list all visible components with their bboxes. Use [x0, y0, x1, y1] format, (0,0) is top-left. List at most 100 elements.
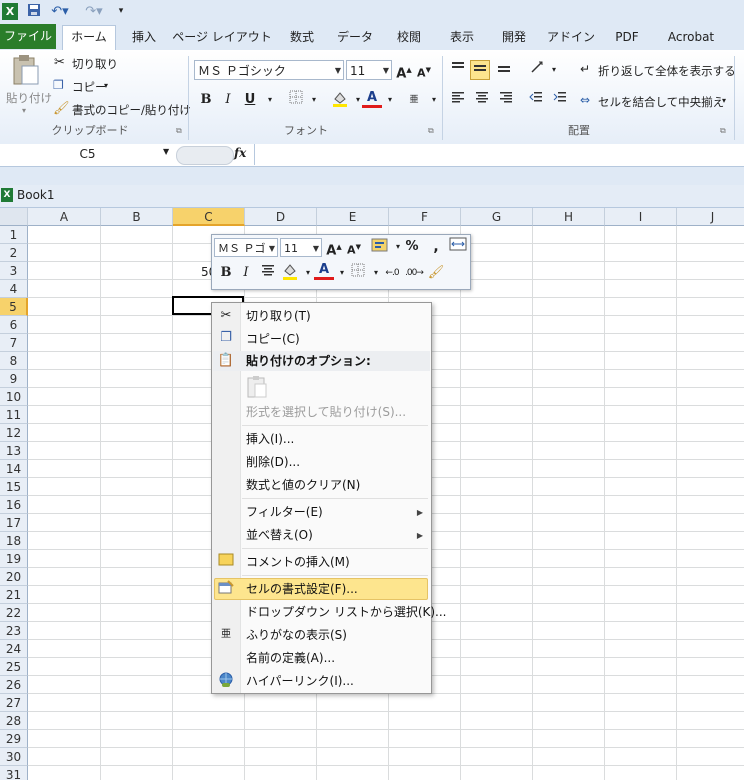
tab-review[interactable]: 校閲 — [386, 26, 432, 50]
font-color-dropdown-icon[interactable]: ▾ — [380, 90, 400, 110]
mini-number-format-icon[interactable] — [370, 237, 390, 257]
name-box[interactable]: C5 — [0, 145, 175, 163]
row-header[interactable]: 24 — [0, 640, 28, 658]
mini-grow-font-icon[interactable]: A▲ — [324, 237, 344, 258]
scissors-icon[interactable]: ✂ — [54, 55, 65, 70]
italic-icon[interactable]: I — [218, 90, 238, 110]
underline-dropdown-icon[interactable]: ▾ — [260, 90, 280, 110]
column-header-b[interactable]: B — [101, 208, 173, 226]
phonetic-icon[interactable]: 亜 — [404, 90, 424, 110]
mini-fill-color-icon[interactable] — [280, 263, 300, 283]
orientation-dropdown-icon[interactable]: ▾ — [544, 60, 564, 80]
redo-icon[interactable]: ↷▾ — [84, 3, 104, 20]
column-header-j[interactable]: J — [677, 208, 744, 226]
mini-format-painter-icon[interactable]: 🖌 — [426, 263, 446, 283]
clipboard-launcher-icon[interactable]: ⧉ — [176, 126, 182, 136]
align-middle-icon[interactable] — [470, 60, 490, 80]
mini-align-center-icon[interactable] — [258, 263, 278, 283]
paste-dropdown-icon[interactable]: ▾ — [22, 106, 26, 115]
mini-font-color-icon[interactable]: A — [314, 262, 334, 280]
row-header[interactable]: 8 — [0, 352, 28, 370]
align-bottom-icon[interactable] — [494, 60, 514, 80]
mini-comma-icon[interactable]: , — [426, 237, 446, 257]
select-all-corner[interactable] — [0, 208, 28, 226]
column-header-a[interactable]: A — [28, 208, 101, 226]
row-header[interactable]: 27 — [0, 694, 28, 712]
decrease-indent-icon[interactable] — [526, 90, 546, 110]
mini-merge-center-icon[interactable] — [448, 237, 468, 257]
row-header[interactable]: 28 — [0, 712, 28, 730]
row-header[interactable]: 7 — [0, 334, 28, 352]
mini-font-size-box[interactable]: 11 ▼ — [280, 238, 322, 257]
mini-increase-decimal-icon[interactable]: ←.0 — [382, 263, 402, 283]
excel-icon[interactable]: X — [2, 3, 18, 20]
column-header-h[interactable]: H — [533, 208, 605, 226]
row-header[interactable]: 30 — [0, 748, 28, 766]
tab-home[interactable]: ホーム — [62, 25, 116, 51]
row-header[interactable]: 29 — [0, 730, 28, 748]
row-header[interactable]: 19 — [0, 550, 28, 568]
menu-item-insert[interactable]: 挿入(I)... — [246, 429, 294, 449]
menu-item-define-name[interactable]: 名前の定義(A)... — [246, 648, 335, 668]
column-header-f[interactable]: F — [389, 208, 461, 226]
menu-item-pick-from-dropdown[interactable]: ドロップダウン リストから選択(K)... — [246, 602, 447, 622]
alignment-launcher-icon[interactable]: ⧉ — [720, 126, 726, 136]
menu-item-format-cells[interactable]: セルの書式設定(F)... — [246, 579, 358, 599]
menu-item-delete[interactable]: 削除(D)... — [246, 452, 300, 472]
tab-pdf[interactable]: PDF — [604, 26, 650, 50]
wrap-text-button[interactable]: 折り返して全体を表示する — [598, 63, 736, 79]
tab-acrobat[interactable]: Acrobat — [660, 26, 722, 50]
tab-developer[interactable]: 開発 — [492, 26, 536, 50]
mini-borders-icon[interactable] — [348, 263, 368, 283]
row-header[interactable]: 25 — [0, 658, 28, 676]
tab-view[interactable]: 表示 — [440, 26, 484, 50]
align-center-icon[interactable] — [472, 90, 492, 110]
row-header[interactable]: 31 — [0, 766, 28, 780]
paste-icon[interactable] — [10, 54, 40, 86]
phonetic-dropdown-icon[interactable]: ▾ — [424, 90, 444, 110]
save-icon[interactable] — [26, 3, 42, 20]
copy-dropdown-icon[interactable]: ▾ — [104, 81, 108, 90]
format-painter-icon[interactable]: 🖌 — [53, 101, 70, 116]
font-size-box[interactable]: 11 ▼ — [346, 60, 392, 80]
row-header[interactable]: 17 — [0, 514, 28, 532]
formula-input[interactable] — [254, 144, 744, 165]
grow-font-icon[interactable]: A▲ — [394, 60, 414, 81]
menu-item-clear-contents[interactable]: 数式と値のクリア(N) — [246, 475, 360, 495]
menu-item-copy[interactable]: コピー(C) — [246, 329, 300, 349]
mini-font-name-box[interactable]: ＭＳ Ｐゴ ▼ — [214, 238, 278, 257]
column-header-g[interactable]: G — [461, 208, 533, 226]
menu-item-sort[interactable]: 並べ替え(O) — [246, 525, 313, 545]
menu-item-paste-special[interactable]: 形式を選択して貼り付け(S)... — [246, 402, 406, 422]
align-left-icon[interactable] — [448, 90, 468, 110]
mini-percent-icon[interactable]: % — [402, 237, 422, 257]
row-header[interactable]: 1 — [0, 226, 28, 244]
font-color-icon[interactable]: A — [362, 90, 382, 108]
wrap-text-icon[interactable]: ↵ — [580, 62, 590, 76]
column-header-e[interactable]: E — [317, 208, 389, 226]
formula-bar-splitter[interactable] — [176, 146, 234, 165]
tab-addins[interactable]: アドイン — [544, 26, 598, 50]
paste-option-default-icon[interactable] — [246, 375, 268, 399]
column-header-i[interactable]: I — [605, 208, 677, 226]
borders-icon[interactable] — [286, 90, 306, 110]
copy-button[interactable]: コピー — [72, 79, 107, 95]
merge-center-icon[interactable]: ⇔ — [580, 93, 590, 107]
row-header[interactable]: 4 — [0, 280, 28, 298]
mini-bold-icon[interactable]: B — [216, 263, 236, 283]
merge-dropdown-icon[interactable]: ▾ — [722, 96, 726, 105]
row-header[interactable]: 5 — [0, 298, 28, 316]
fill-color-icon[interactable] — [330, 90, 350, 110]
increase-indent-icon[interactable] — [550, 90, 570, 110]
row-header[interactable]: 11 — [0, 406, 28, 424]
copy-icon[interactable]: ❐ — [53, 78, 64, 92]
row-header[interactable]: 23 — [0, 622, 28, 640]
bold-icon[interactable]: B — [196, 90, 216, 110]
row-header[interactable]: 2 — [0, 244, 28, 262]
tab-formulas[interactable]: 数式 — [280, 26, 324, 50]
customize-qat-icon[interactable]: ▾ — [116, 3, 126, 20]
menu-item-filter[interactable]: フィルター(E) — [246, 502, 323, 522]
align-top-icon[interactable] — [448, 60, 468, 80]
borders-dropdown-icon[interactable]: ▾ — [304, 90, 324, 110]
row-header[interactable]: 22 — [0, 604, 28, 622]
